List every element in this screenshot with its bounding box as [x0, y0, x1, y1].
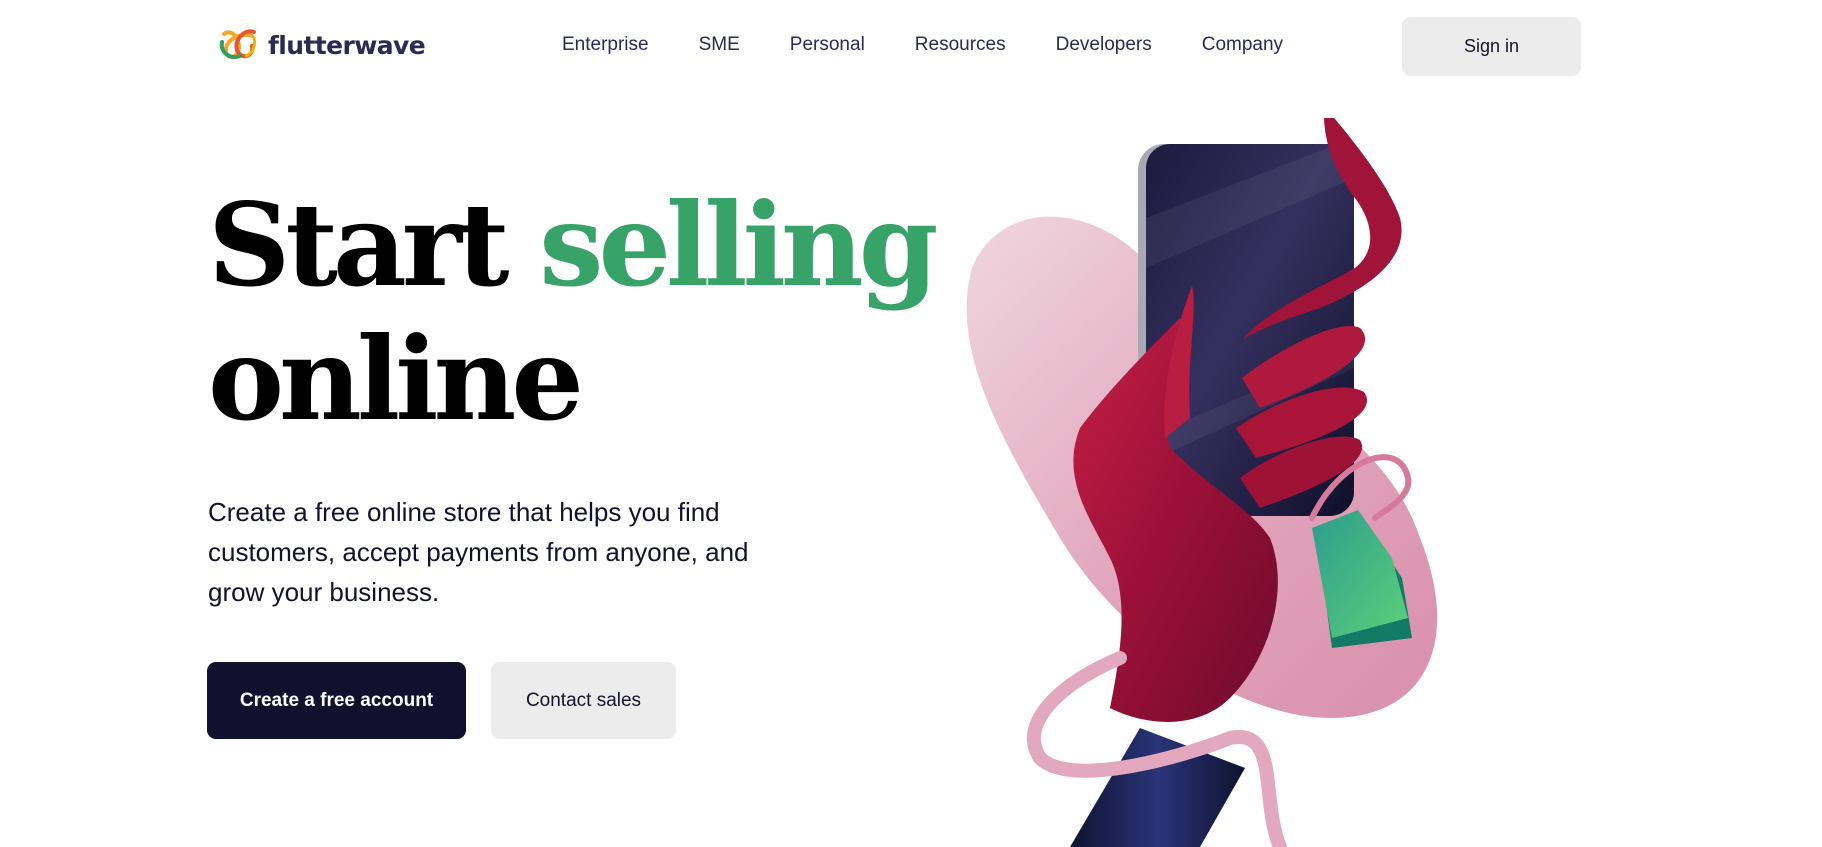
nav-item-company[interactable]: Company	[1202, 34, 1283, 56]
hero-title: Start selling online	[208, 178, 939, 446]
sign-in-button[interactable]: Sign in	[1402, 17, 1581, 76]
nav-item-enterprise[interactable]: Enterprise	[562, 34, 649, 56]
brand-logo-link[interactable]: flutterwave	[218, 26, 426, 64]
flutterwave-logo-icon	[219, 29, 256, 59]
nav-item-developers[interactable]: Developers	[1056, 34, 1152, 56]
hand-holding-phone-illustration	[966, 118, 1438, 847]
page: flutterwave Enterprise SME Personal Reso…	[0, 0, 1822, 847]
contact-sales-button[interactable]: Contact sales	[491, 662, 676, 739]
hero-description: Create a free online store that helps yo…	[208, 497, 749, 607]
hero-title-online: online	[208, 312, 584, 446]
nav-item-sme[interactable]: SME	[699, 34, 740, 56]
hero-title-start: Start	[208, 178, 540, 312]
hero-title-accent: selling	[539, 178, 938, 312]
brand-name: flutterwave	[268, 30, 426, 60]
main-nav: Enterprise SME Personal Resources Develo…	[562, 34, 1283, 56]
nav-item-personal[interactable]: Personal	[790, 34, 865, 56]
nav-item-resources[interactable]: Resources	[915, 34, 1006, 56]
create-account-button[interactable]: Create a free account	[207, 662, 466, 739]
